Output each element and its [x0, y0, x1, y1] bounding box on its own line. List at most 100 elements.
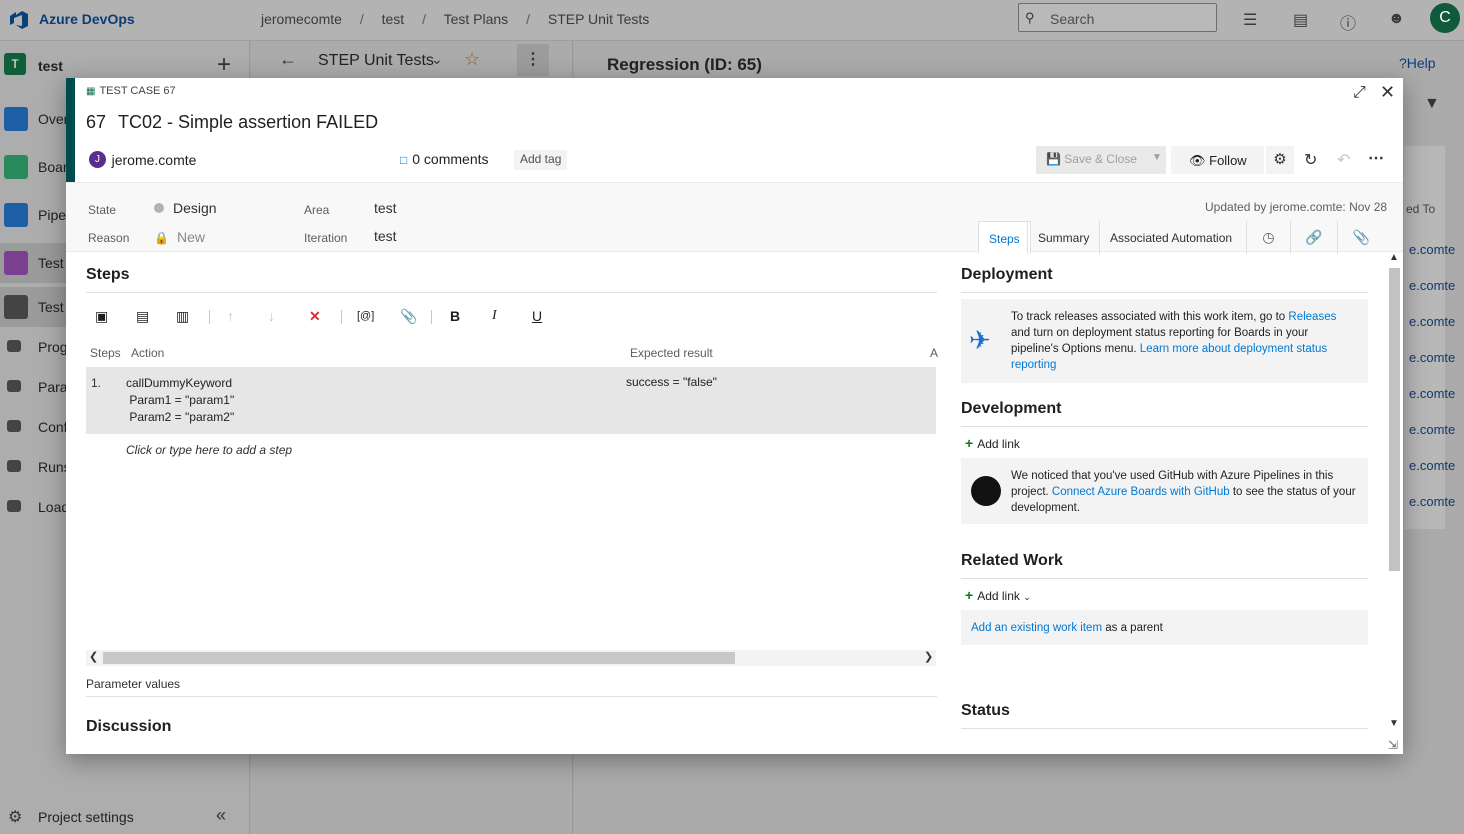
collapse-nav-icon[interactable]: « — [216, 805, 226, 826]
chevron-down-icon[interactable]: ⌄ — [431, 51, 443, 68]
insert-step-icon[interactable]: ▣ — [95, 308, 108, 325]
list-item[interactable]: e.comte — [1409, 314, 1455, 329]
more-options-button[interactable]: ⋮ — [517, 44, 549, 76]
close-icon[interactable]: ✕ — [1380, 82, 1395, 103]
list-item[interactable]: e.comte — [1409, 350, 1455, 365]
step-action[interactable]: callDummyKeyword Param1 = "param1" Param… — [126, 375, 234, 426]
scroll-left-icon[interactable]: ❮ — [89, 650, 98, 663]
connect-github-link[interactable]: Connect Azure Boards with GitHub — [1052, 486, 1230, 498]
work-item-title[interactable]: 67 TC02 - Simple assertion FAILED — [86, 112, 378, 133]
breadcrumb-plan[interactable]: STEP Unit Tests — [548, 11, 649, 27]
bold-icon[interactable]: B — [450, 308, 460, 324]
dialog-header: ▦ TEST CASE 67 ⤢ ✕ 67 TC02 - Simple assert… — [66, 78, 1403, 182]
project-avatar[interactable]: T — [4, 53, 26, 75]
github-icon — [971, 476, 1001, 506]
search-box[interactable]: ⚲ Search — [1018, 3, 1217, 32]
add-tag-button[interactable]: Add tag — [514, 150, 568, 170]
breadcrumb-project[interactable]: test — [382, 11, 405, 27]
move-up-icon[interactable]: ↑ — [227, 308, 234, 324]
move-down-icon[interactable]: ↓ — [268, 308, 275, 324]
gear-icon[interactable]: ⚙ — [1266, 146, 1294, 174]
assigned-to[interactable]: J jerome.comte — [89, 151, 196, 169]
breadcrumb-separator: / — [526, 11, 530, 27]
project-name[interactable]: test — [38, 58, 63, 74]
save-close-button[interactable]: 💾 Save & Close ▼ — [1036, 146, 1166, 174]
scroll-up-icon[interactable]: ▲ — [1389, 252, 1399, 263]
delete-step-icon[interactable]: ✕ — [309, 308, 321, 325]
test-case-icon: ▦ — [86, 86, 96, 97]
list-settings-icon[interactable]: ☰ — [1243, 10, 1257, 30]
favorite-star-icon[interactable]: ☆ — [464, 49, 480, 70]
scroll-down-icon[interactable]: ▼ — [1389, 718, 1399, 729]
lock-icon: 🔒 — [154, 231, 169, 245]
attachment-icon[interactable]: 📎 — [1337, 221, 1385, 254]
load-test-icon — [7, 500, 21, 512]
app-name[interactable]: Azure DevOps — [39, 11, 135, 27]
add-link-button[interactable]: + Add link — [965, 435, 1020, 451]
chevron-down-icon[interactable]: ▼ — [1152, 152, 1162, 163]
updated-by[interactable]: Updated by jerome.comte: Nov 28 — [1205, 200, 1387, 214]
project-settings-button[interactable]: ⚙ Project settings « — [0, 803, 250, 833]
user-avatar[interactable]: C — [1430, 3, 1460, 33]
insert-parameter-icon[interactable]: [@] — [357, 310, 374, 322]
plan-title[interactable]: STEP Unit Tests — [318, 52, 434, 70]
add-related-link-button[interactable]: + Add link ⌄ — [965, 587, 1031, 603]
user-settings-icon[interactable]: ☻ — [1388, 10, 1405, 28]
state-label: State — [88, 203, 117, 217]
list-item[interactable]: e.comte — [1409, 242, 1455, 257]
breadcrumb-org[interactable]: jeromecomte — [261, 11, 342, 27]
step-row[interactable]: 1. callDummyKeyword Param1 = "param1" Pa… — [86, 367, 936, 434]
state-field[interactable]: Design — [154, 200, 217, 216]
marketplace-bag-icon[interactable]: ▤ — [1293, 10, 1308, 30]
deployment-info-box: ✈ To track releases associated with this… — [961, 299, 1368, 383]
iteration-field[interactable]: test — [374, 228, 397, 244]
add-icon[interactable]: + — [217, 51, 231, 79]
area-field[interactable]: test — [374, 200, 397, 216]
add-step-placeholder[interactable]: Click or type here to add a step — [126, 443, 292, 457]
follow-button[interactable]: 👁 Follow — [1171, 146, 1264, 174]
filter-icon[interactable]: ▼ — [1424, 95, 1440, 113]
more-actions-icon[interactable]: ⋯ — [1368, 148, 1384, 168]
refresh-icon[interactable]: ↻ — [1304, 150, 1317, 170]
deployment-section-title: Deployment — [961, 266, 1053, 283]
vertical-scrollbar[interactable]: ▲ ▼ — [1387, 252, 1401, 732]
help-icon[interactable]: ⓘ — [1340, 10, 1356, 34]
add-existing-work-item-link[interactable]: Add an existing work item — [971, 622, 1102, 634]
history-icon[interactable]: ◷ — [1246, 221, 1290, 254]
attachment-icon[interactable]: 📎 — [400, 308, 417, 325]
horizontal-scrollbar[interactable]: ❮ ❯ — [86, 650, 936, 666]
help-link[interactable]: ?Help — [1399, 55, 1436, 71]
scrollbar-thumb[interactable] — [103, 652, 735, 664]
link-icon[interactable]: 🔗 — [1290, 221, 1337, 254]
tab-summary[interactable]: Summary — [1027, 221, 1099, 254]
resize-handle-icon[interactable]: ⇲ — [1388, 738, 1398, 752]
list-item[interactable]: e.comte — [1409, 494, 1455, 509]
list-item[interactable]: e.comte — [1409, 278, 1455, 293]
nav-label: Load — [38, 499, 70, 515]
insert-shared-step-icon[interactable]: ▤ — [136, 308, 149, 325]
underline-icon[interactable]: U — [532, 308, 542, 324]
parameter-values-label[interactable]: Parameter values — [86, 677, 180, 691]
state-value: Design — [173, 200, 217, 216]
work-item-title-text[interactable]: TC02 - Simple assertion FAILED — [118, 112, 378, 132]
azure-devops-logo-icon[interactable] — [8, 9, 30, 31]
releases-link[interactable]: Releases — [1288, 311, 1336, 323]
scrollbar-thumb[interactable] — [1389, 268, 1400, 571]
tab-associated-automation[interactable]: Associated Automation — [1099, 221, 1242, 254]
create-shared-step-icon[interactable]: ▥ — [176, 308, 189, 325]
list-item[interactable]: e.comte — [1409, 386, 1455, 401]
boards-icon — [4, 155, 28, 179]
scroll-right-icon[interactable]: ❯ — [924, 650, 933, 663]
expand-icon[interactable]: ⤢ — [1353, 84, 1366, 102]
step-expected-result[interactable]: success = "false" — [626, 375, 717, 389]
comments-link[interactable]: □ 0 comments — [400, 151, 489, 167]
breadcrumb-test-plans[interactable]: Test Plans — [444, 11, 509, 27]
back-arrow-icon[interactable]: ← — [279, 49, 297, 70]
italic-icon[interactable]: I — [492, 308, 497, 324]
tab-steps[interactable]: Steps — [978, 221, 1031, 254]
undo-icon[interactable]: ↶ — [1337, 150, 1350, 170]
list-item[interactable]: e.comte — [1409, 458, 1455, 473]
list-item[interactable]: e.comte — [1409, 422, 1455, 437]
reason-value: New — [176, 229, 205, 245]
toolbar-separator — [431, 310, 432, 324]
